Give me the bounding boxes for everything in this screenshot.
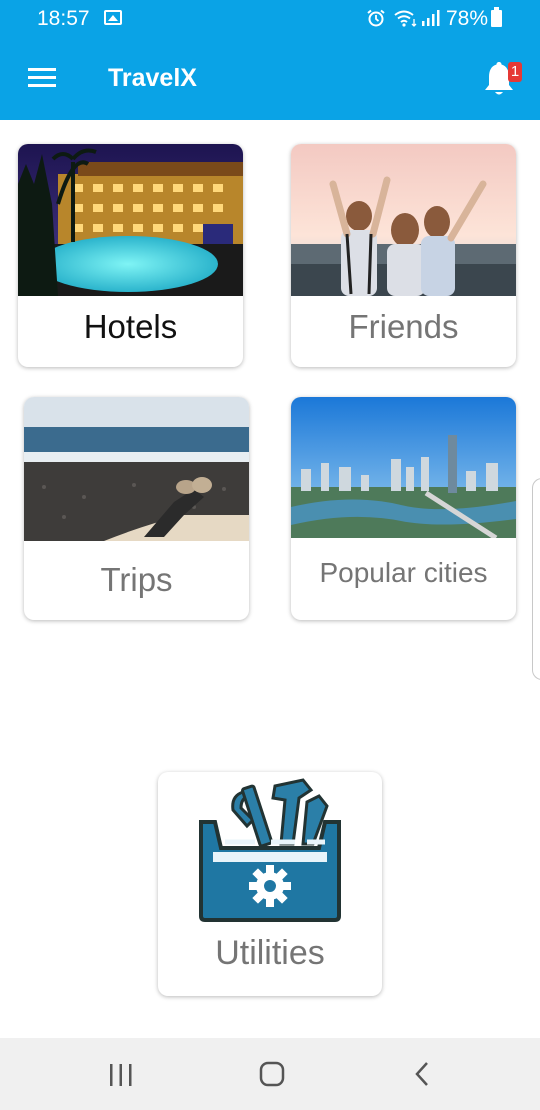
popular-cities-card[interactable]: Popular cities [291, 397, 516, 620]
battery-icon [491, 7, 502, 27]
recent-apps-button[interactable] [60, 1038, 180, 1110]
recent-apps-icon [110, 1064, 132, 1086]
trips-card[interactable]: Trips [24, 397, 249, 620]
hotels-card[interactable]: Hotels [18, 144, 243, 367]
app-bar: TravelX 1 [0, 36, 540, 120]
hotels-image [18, 144, 243, 296]
back-icon [415, 1062, 428, 1086]
toolbox-icon [199, 778, 341, 922]
app-title: TravelX [108, 64, 197, 92]
friends-card[interactable]: Friends [291, 144, 516, 367]
home-button[interactable] [212, 1038, 332, 1110]
hotels-label: Hotels [83, 308, 178, 345]
battery-percentage: 78% [446, 7, 489, 30]
signal-icon [422, 10, 440, 26]
popular-cities-label: Popular cities [319, 557, 488, 588]
utilities-card[interactable]: Utilities [158, 772, 382, 996]
back-button[interactable] [364, 1038, 484, 1110]
popular-cities-image [291, 397, 516, 538]
edge-panel-handle[interactable] [532, 478, 540, 680]
trips-image [24, 397, 249, 541]
friends-image [291, 144, 516, 296]
image-notification-icon [104, 10, 122, 25]
home-icon [259, 1061, 285, 1087]
alarm-icon [367, 9, 385, 27]
status-bar: 18:57 78% [0, 0, 540, 36]
utilities-label: Utilities [215, 934, 325, 972]
trips-label: Trips [100, 561, 173, 598]
status-time: 18:57 [37, 7, 90, 30]
menu-icon[interactable] [28, 68, 56, 88]
wifi-icon [394, 10, 417, 27]
friends-label: Friends [348, 308, 459, 345]
system-navigation-bar [0, 1038, 540, 1110]
notifications-button[interactable]: 1 [482, 58, 522, 98]
notification-badge: 1 [508, 62, 522, 82]
